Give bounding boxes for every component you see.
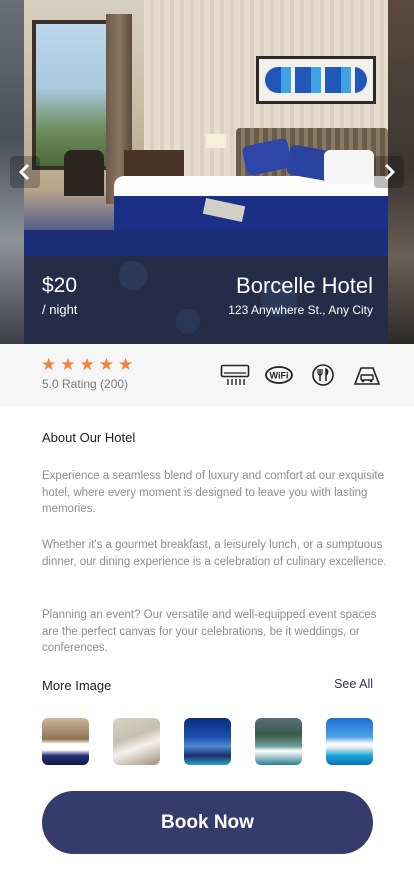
price: $20 [42,274,78,297]
gallery-thumbnail[interactable] [113,718,160,765]
gallery-thumbnail[interactable] [42,718,89,765]
restaurant-icon [308,363,338,387]
about-paragraph: Planning an event? Our versatile and wel… [42,609,377,654]
about-section-title: About Our Hotel [42,430,136,445]
chevron-right-icon[interactable] [374,156,404,188]
air-conditioner-icon [220,363,250,387]
star-rating: ★ ★ ★ ★ ★ [41,356,133,374]
gallery-section-title: More Image [42,678,112,693]
star-icon: ★ [60,355,76,374]
see-all-link[interactable]: See All [334,677,373,691]
rating-text: 5.0 Rating (200) [42,377,129,391]
book-now-button[interactable]: Book Now [42,791,373,854]
star-icon: ★ [118,355,134,374]
hotel-address: 123 Anywhere St., Any City [228,303,373,317]
parking-icon [352,363,382,387]
hero-info-overlay [24,256,388,344]
star-icon: ★ [98,355,114,374]
star-icon: ★ [41,355,57,374]
gallery-thumbnail[interactable] [184,718,231,765]
price-unit: / night [42,302,78,317]
star-icon: ★ [79,355,95,374]
chevron-left-icon[interactable] [10,156,40,188]
about-paragraph: Whether it's a gourmet breakfast, a leis… [42,539,387,568]
image-gallery [42,718,373,765]
about-paragraph: Experience a seamless blend of luxury an… [42,470,384,515]
gallery-thumbnail[interactable] [326,718,373,765]
hotel-name: Borcelle Hotel [236,273,373,298]
gallery-thumbnail[interactable] [255,718,302,765]
wifi-label: WiFi [270,371,289,381]
amenities-list: WiFi [220,363,382,387]
wifi-icon: WiFi [264,363,294,387]
